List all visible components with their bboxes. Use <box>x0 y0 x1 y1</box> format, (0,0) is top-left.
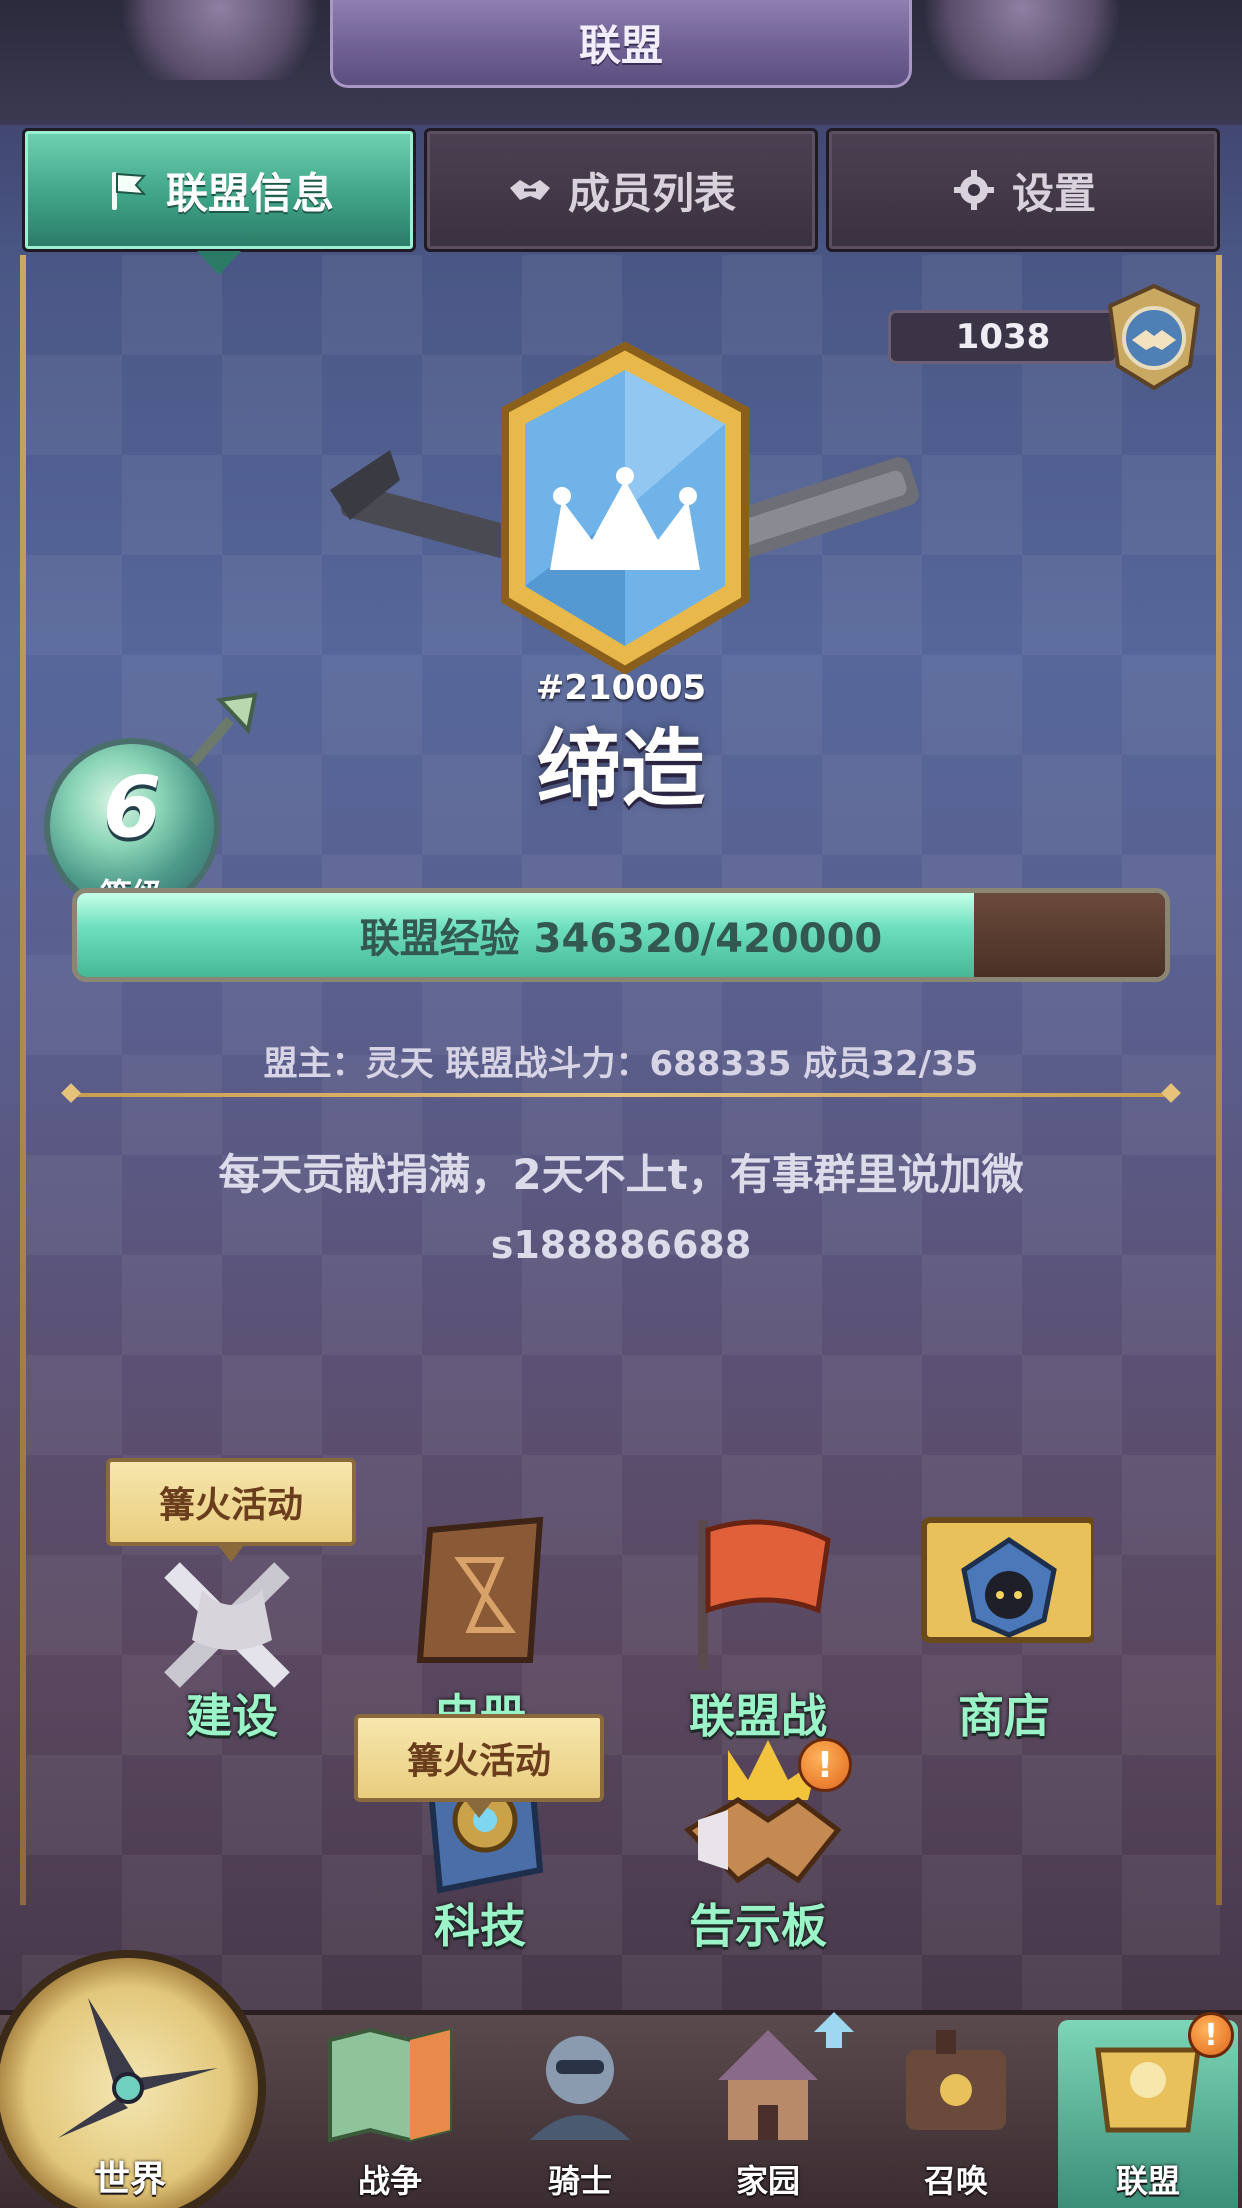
feature-label: 告示板 <box>689 1899 827 1953</box>
war-flag-icon <box>698 1519 831 1670</box>
alert-badge: ! <box>1188 2012 1234 2058</box>
war-map-icon <box>328 2027 452 2143</box>
train-icon <box>906 2030 1006 2130</box>
feature-label: 建设 <box>186 1689 278 1743</box>
nav-label: 召唤 <box>923 2162 988 2200</box>
feature-label: 商店 <box>958 1689 1050 1743</box>
header-ornament-left <box>110 0 330 80</box>
feature-alliance-war[interactable]: 联盟战 <box>648 1500 868 1743</box>
gear-icon <box>953 170 994 210</box>
tab-member-list[interactable]: 成员列表 <box>424 128 818 252</box>
book-icon <box>416 1516 544 1663</box>
exp-text: 联盟经验 346320/420000 <box>359 916 883 962</box>
nav-item-war[interactable]: 战争 <box>300 2020 480 2208</box>
nav-label: 战争 <box>357 2162 422 2200</box>
alliance-emblem-icon[interactable] <box>1094 282 1214 392</box>
nav-label: 家园 <box>735 2162 800 2200</box>
feature-label: 联盟战 <box>689 1689 827 1743</box>
handshake-icon <box>509 180 550 200</box>
alliance-info-line: 盟主：灵天 联盟战斗力：688335 成员32/35 <box>263 1044 979 1084</box>
tab-alliance-info[interactable]: 联盟信息 <box>22 128 416 252</box>
alliance-level: 6 <box>102 758 162 856</box>
header-ornament-right <box>912 0 1132 80</box>
tab-bar: 联盟信息 成员列表 设置 <box>22 128 1220 256</box>
tab-label: 联盟信息 <box>165 168 334 218</box>
tab-settings[interactable]: 设置 <box>826 128 1220 252</box>
event-tag: 篝火活动 <box>106 1458 356 1546</box>
nav-label: 联盟 <box>1115 2162 1180 2200</box>
nav-label: 骑士 <box>547 2162 612 2200</box>
notice-line: 每天贡献捐满，2天不上t，有事群里说加微 <box>218 1150 1024 1199</box>
flag-icon <box>111 172 147 210</box>
exp-progress-bar: 联盟经验 346320/420000 <box>72 888 1170 982</box>
feature-shop[interactable]: 商店 <box>894 1500 1114 1743</box>
feature-label: 科技 <box>434 1899 526 1953</box>
divider <box>68 1093 1174 1097</box>
nav-item-knight[interactable]: 骑士 <box>490 2020 670 2208</box>
page-title: 联盟 <box>578 21 663 70</box>
header-title-plate: 联盟 <box>330 0 912 88</box>
feature-history[interactable]: 史册 <box>370 1500 590 1743</box>
knight-icon <box>530 2036 630 2140</box>
nav-item-summon[interactable]: 召唤 <box>866 2020 1046 2208</box>
shop-icon <box>921 1517 1094 1643</box>
alliance-notice: 每天贡献捐满，2天不上t，有事群里说加微 s188886688 <box>100 1140 1142 1280</box>
feature-construction[interactable]: 建设 <box>122 1530 342 1770</box>
tab-label: 设置 <box>1011 168 1096 218</box>
tab-label: 成员列表 <box>567 168 736 218</box>
alert-badge: ! <box>798 1738 852 1792</box>
arrow-up-icon <box>814 2012 854 2048</box>
header-bar: 联盟 <box>0 0 1242 125</box>
event-tag: 篝火活动 <box>354 1714 604 1802</box>
nav-label-world: 世界 <box>93 2159 166 2200</box>
notice-line: s188886688 <box>490 1223 752 1267</box>
